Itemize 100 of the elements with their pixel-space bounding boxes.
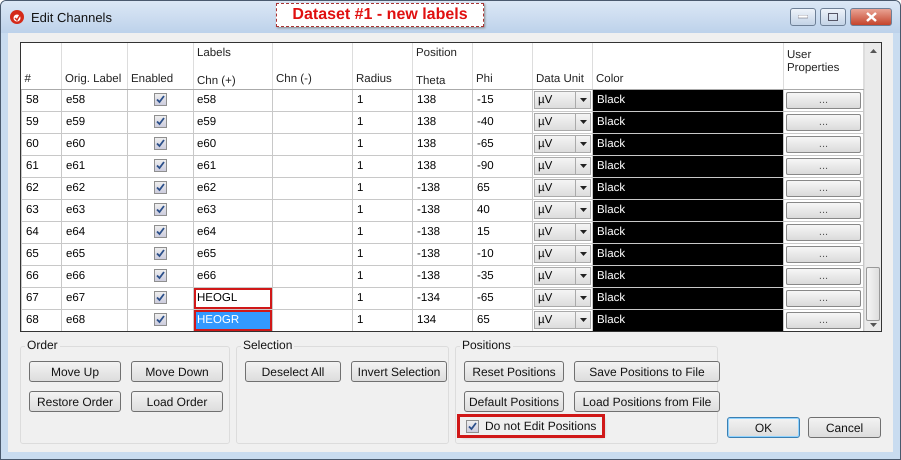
scroll-down-icon <box>870 323 876 327</box>
unit-dropdown[interactable]: µV <box>534 289 591 307</box>
unit-dropdown[interactable]: µV <box>534 245 591 263</box>
label-cell[interactable]: HEOGL <box>194 287 272 309</box>
color-cell[interactable]: Black <box>592 89 784 111</box>
table-cell: -90 <box>472 155 532 177</box>
column-header[interactable]: # <box>22 43 62 89</box>
checkbox[interactable] <box>154 291 167 304</box>
table-cell: 65 <box>472 177 532 199</box>
minimize-button[interactable] <box>790 8 816 26</box>
color-cell[interactable]: Black <box>592 199 784 221</box>
action-button[interactable]: Move Up <box>29 361 121 382</box>
color-cell[interactable]: Black <box>592 133 784 155</box>
column-header[interactable]: Radius <box>352 43 412 89</box>
column-header[interactable]: Data Unit <box>532 43 592 89</box>
properties-button[interactable]: ... <box>786 92 861 108</box>
checkbox[interactable] <box>154 269 167 282</box>
checkbox[interactable] <box>466 420 479 432</box>
label-cell[interactable]: e64 <box>194 221 272 243</box>
checkbox[interactable] <box>154 115 167 128</box>
action-button[interactable]: Load Positions from File <box>574 391 720 412</box>
app-icon <box>9 9 25 25</box>
close-button[interactable] <box>850 8 892 26</box>
label-cell[interactable]: e62 <box>194 177 272 199</box>
table-cell: 65 <box>22 243 62 265</box>
maximize-button[interactable] <box>820 8 846 26</box>
properties-button[interactable]: ... <box>786 246 861 262</box>
properties-button[interactable]: ... <box>786 290 861 306</box>
color-cell[interactable]: Black <box>592 309 784 331</box>
checkbox[interactable] <box>154 203 167 216</box>
column-header[interactable]: Orig. Label <box>62 43 128 89</box>
label-cell[interactable]: e60 <box>194 133 272 155</box>
scrollbar-thumb[interactable] <box>866 267 880 321</box>
unit-dropdown[interactable]: µV <box>534 113 591 131</box>
unit-dropdown[interactable]: µV <box>534 311 591 329</box>
properties-button[interactable]: ... <box>786 224 861 240</box>
action-button[interactable]: Default Positions <box>464 391 564 412</box>
properties-button[interactable]: ... <box>786 136 861 152</box>
color-cell[interactable]: Black <box>592 243 784 265</box>
unit-dropdown[interactable]: µV <box>534 157 591 175</box>
checkbox-option[interactable]: Do not Edit Positions <box>460 417 602 435</box>
action-button[interactable]: Restore Order <box>29 391 121 412</box>
action-button[interactable]: Deselect All <box>245 361 341 382</box>
table-cell: -138 <box>412 221 472 243</box>
table-cell: e66 <box>62 265 128 287</box>
dialog-button[interactable]: OK <box>727 417 800 438</box>
dialog-button[interactable]: Cancel <box>808 417 881 438</box>
color-cell[interactable]: Black <box>592 177 784 199</box>
unit-dropdown[interactable]: µV <box>534 91 591 109</box>
unit-dropdown[interactable]: µV <box>534 267 591 285</box>
table-cell: -35 <box>472 265 532 287</box>
action-button[interactable]: Reset Positions <box>464 361 564 382</box>
caret-icon <box>580 98 586 102</box>
label-cell[interactable]: e65 <box>194 243 272 265</box>
checkbox[interactable] <box>154 159 167 172</box>
table-cell: 1 <box>352 309 412 331</box>
table-cell: -138 <box>412 243 472 265</box>
color-cell[interactable]: Black <box>592 111 784 133</box>
label-cell[interactable]: e63 <box>194 199 272 221</box>
checkbox[interactable] <box>154 313 167 326</box>
checkbox[interactable] <box>154 225 167 238</box>
properties-button[interactable]: ... <box>786 312 861 328</box>
caret-icon <box>580 208 586 212</box>
unit-dropdown[interactable]: µV <box>534 201 591 219</box>
caret-icon <box>580 186 586 190</box>
properties-button[interactable]: ... <box>786 158 861 174</box>
column-header[interactable]: Labels Chn (+) <box>194 43 272 89</box>
label-cell[interactable]: e58 <box>194 89 272 111</box>
checkbox[interactable] <box>154 181 167 194</box>
color-cell[interactable]: Black <box>592 155 784 177</box>
label-cell[interactable]: e59 <box>194 111 272 133</box>
action-button[interactable]: Move Down <box>131 361 223 382</box>
checkbox[interactable] <box>154 247 167 260</box>
properties-button[interactable]: ... <box>786 268 861 284</box>
action-button[interactable]: Invert Selection <box>351 361 447 382</box>
unit-dropdown[interactable]: µV <box>534 179 591 197</box>
action-button[interactable]: Save Positions to File <box>574 361 720 382</box>
column-header[interactable]: Enabled <box>128 43 194 89</box>
table-cell: 59 <box>22 111 62 133</box>
color-cell[interactable]: Black <box>592 265 784 287</box>
column-header[interactable]: Color <box>592 43 784 89</box>
table-cell: -138 <box>412 199 472 221</box>
checkbox[interactable] <box>154 137 167 150</box>
color-cell[interactable]: Black <box>592 221 784 243</box>
column-header[interactable]: Phi <box>472 43 532 89</box>
column-header[interactable]: Position Theta <box>412 43 472 89</box>
unit-dropdown[interactable]: µV <box>534 223 591 241</box>
properties-button[interactable]: ... <box>786 202 861 218</box>
color-cell[interactable]: Black <box>592 287 784 309</box>
column-header[interactable]: Chn (-) <box>272 43 352 89</box>
unit-dropdown[interactable]: µV <box>534 135 591 153</box>
checkbox[interactable] <box>154 93 167 106</box>
action-button[interactable]: Load Order <box>131 391 223 412</box>
table-cell: 60 <box>22 133 62 155</box>
properties-button[interactable]: ... <box>786 180 861 196</box>
table-cell: 1 <box>352 199 412 221</box>
scrollbar[interactable] <box>864 43 881 331</box>
label-cell[interactable]: e61 <box>194 155 272 177</box>
label-cell[interactable]: e66 <box>194 265 272 287</box>
properties-button[interactable]: ... <box>786 114 861 130</box>
